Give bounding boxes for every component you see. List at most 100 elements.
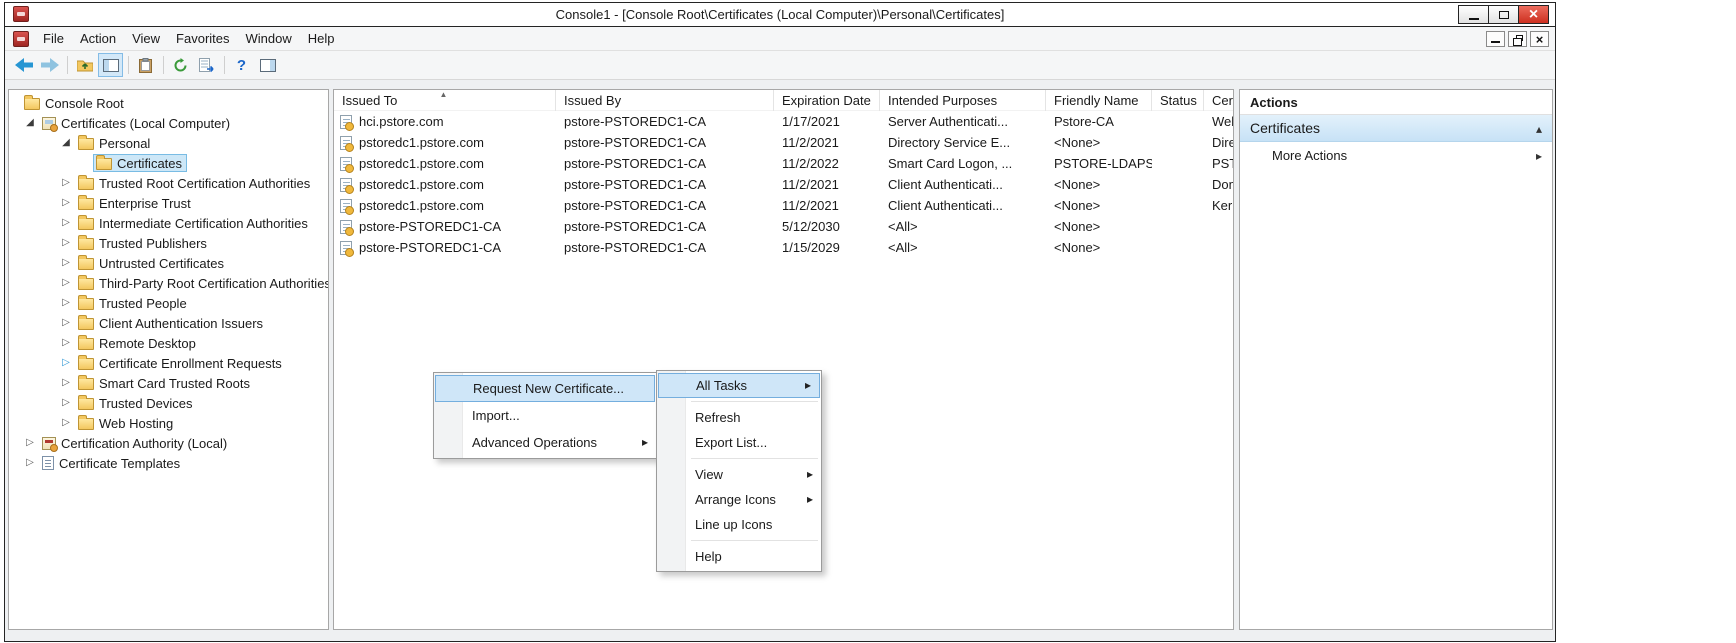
collapse-section-icon[interactable] [1536,120,1542,136]
menubar-item-window[interactable]: Window [238,28,300,49]
toolbar-separator [128,56,129,74]
menubar-item-view[interactable]: View [124,28,168,49]
menu-item-request-new-certificate[interactable]: Request New Certificate... [435,375,655,402]
tree-item-certification-authority-local[interactable]: Certification Authority (Local) [9,433,328,453]
tree-expander-icon[interactable] [57,233,75,253]
menu-item-line-up-icons[interactable]: Line up Icons [657,512,821,537]
more-actions-item[interactable]: More Actions [1240,142,1552,169]
tree-expander-icon[interactable] [57,133,75,153]
back-button[interactable] [11,53,36,77]
maximize-button[interactable] [1488,5,1519,24]
refresh-button[interactable] [168,53,193,77]
tree-item-certificates-local-computer[interactable]: Certificates (Local Computer) [9,113,328,133]
certificate-row[interactable]: pstoredc1.pstore.compstore-PSTOREDC1-CA1… [334,153,1233,174]
tree-item-intermediate-certification-authorities[interactable]: Intermediate Certification Authorities [9,213,328,233]
menu-item-import[interactable]: Import... [434,402,656,429]
tree-item-remote-desktop[interactable]: Remote Desktop [9,333,328,353]
child-close-button[interactable] [1530,31,1549,47]
toolbar-separator [67,56,68,74]
tree-item-trusted-root-certification-authorities[interactable]: Trusted Root Certification Authorities [9,173,328,193]
column-header-certi[interactable]: Certi [1204,90,1234,111]
tree-expander-icon[interactable] [21,453,39,473]
help-button[interactable] [229,53,254,77]
menubar-item-file[interactable]: File [35,28,72,49]
certificate-row[interactable]: pstoredc1.pstore.compstore-PSTOREDC1-CA1… [334,174,1233,195]
tree-expander-icon[interactable] [57,173,75,193]
cell-issued-by: pstore-PSTOREDC1-CA [556,111,774,132]
menubar-item-action[interactable]: Action [72,28,124,49]
menu-item-all-tasks[interactable]: All Tasks [658,373,820,398]
show-hide-console-tree-button[interactable] [98,53,123,77]
forward-button[interactable] [37,53,62,77]
certificate-row[interactable]: pstore-PSTOREDC1-CApstore-PSTOREDC1-CA5/… [334,216,1233,237]
cell-status [1152,132,1204,153]
tree-item-client-authentication-issuers[interactable]: Client Authentication Issuers [9,313,328,333]
show-hide-action-pane-button[interactable] [255,53,280,77]
cell-intended-purposes: Client Authenticati... [880,195,1046,216]
certificate-icon [340,178,352,192]
tree-expander-icon[interactable] [57,393,75,413]
folder-icon [78,258,94,270]
menu-item-export-list[interactable]: Export List... [657,430,821,455]
tree-item-personal[interactable]: Personal [9,133,328,153]
tree-item-certificates[interactable]: Certificates [9,153,328,173]
tree-item-enterprise-trust[interactable]: Enterprise Trust [9,193,328,213]
menu-item-help[interactable]: Help [657,544,821,569]
tree-expander-icon[interactable] [57,273,75,293]
tree-item-trusted-publishers[interactable]: Trusted Publishers [9,233,328,253]
cell-issued-to: pstore-PSTOREDC1-CA [334,216,556,237]
certificate-row[interactable]: pstoredc1.pstore.compstore-PSTOREDC1-CA1… [334,132,1233,153]
export-list-button[interactable] [194,53,219,77]
tree-item-web-hosting[interactable]: Web Hosting [9,413,328,433]
menu-item-view[interactable]: View [657,462,821,487]
column-header-intended-purposes[interactable]: Intended Purposes [880,90,1046,111]
minimize-button[interactable] [1458,5,1489,24]
menubar-item-favorites[interactable]: Favorites [168,28,237,49]
tree-item-third-party-root-certification-authorities[interactable]: Third-Party Root Certification Authoriti… [9,273,328,293]
minimize-icon [1491,41,1500,43]
cell-certi: PSTO [1204,153,1234,174]
certificate-row[interactable]: pstore-PSTOREDC1-CApstore-PSTOREDC1-CA1/… [334,237,1233,258]
up-one-level-button[interactable] [72,53,97,77]
tree-node: Trusted Publishers [75,234,212,252]
column-header-friendly-name[interactable]: Friendly Name [1046,90,1152,111]
tree-item-untrusted-certificates[interactable]: Untrusted Certificates [9,253,328,273]
tree-node: Trusted Root Certification Authorities [75,174,315,192]
title-bar[interactable]: Console1 - [Console Root\Certificates (L… [5,3,1555,27]
menubar-item-help[interactable]: Help [300,28,343,49]
actions-section-header[interactable]: Certificates [1240,115,1552,142]
menu-item-advanced-operations[interactable]: Advanced Operations [434,429,656,456]
certificate-row[interactable]: pstoredc1.pstore.compstore-PSTOREDC1-CA1… [334,195,1233,216]
menu-item-arrange-icons[interactable]: Arrange Icons [657,487,821,512]
list-column-headers: Issued ToIssued ByExpiration DateIntende… [334,90,1233,111]
column-header-expiration-date[interactable]: Expiration Date [774,90,880,111]
tree-expander-icon[interactable] [21,433,39,453]
tree-expander-icon[interactable] [57,333,75,353]
tree-item-trusted-devices[interactable]: Trusted Devices [9,393,328,413]
tree-expander-icon[interactable] [57,413,75,433]
tree-expander-icon[interactable] [57,293,75,313]
tree-item-console-root[interactable]: Console Root [9,93,328,113]
column-header-issued-to[interactable]: Issued To [334,90,556,111]
console-menu-icon[interactable] [13,31,29,47]
certificate-row[interactable]: hci.pstore.compstore-PSTOREDC1-CA1/17/20… [334,111,1233,132]
column-header-status[interactable]: Status [1152,90,1204,111]
tree-item-trusted-people[interactable]: Trusted People [9,293,328,313]
menu-item-refresh[interactable]: Refresh [657,405,821,430]
column-header-issued-by[interactable]: Issued By [556,90,774,111]
tree-expander-icon[interactable] [21,113,39,133]
tree-expander-icon[interactable] [57,213,75,233]
tree-expander-icon[interactable] [57,313,75,333]
close-button[interactable] [1518,5,1549,24]
paste-button[interactable] [133,53,158,77]
child-minimize-button[interactable] [1486,31,1505,47]
tree-expander-icon[interactable] [57,193,75,213]
tree-item-certificate-templates[interactable]: Certificate Templates [9,453,328,473]
tree-expander-icon[interactable] [57,353,75,373]
tree-item-smart-card-trusted-roots[interactable]: Smart Card Trusted Roots [9,373,328,393]
tree-expander-icon[interactable] [57,253,75,273]
child-restore-button[interactable] [1508,31,1527,47]
menu-separator [691,458,818,459]
tree-expander-icon[interactable] [57,373,75,393]
tree-item-certificate-enrollment-requests[interactable]: Certificate Enrollment Requests [9,353,328,373]
